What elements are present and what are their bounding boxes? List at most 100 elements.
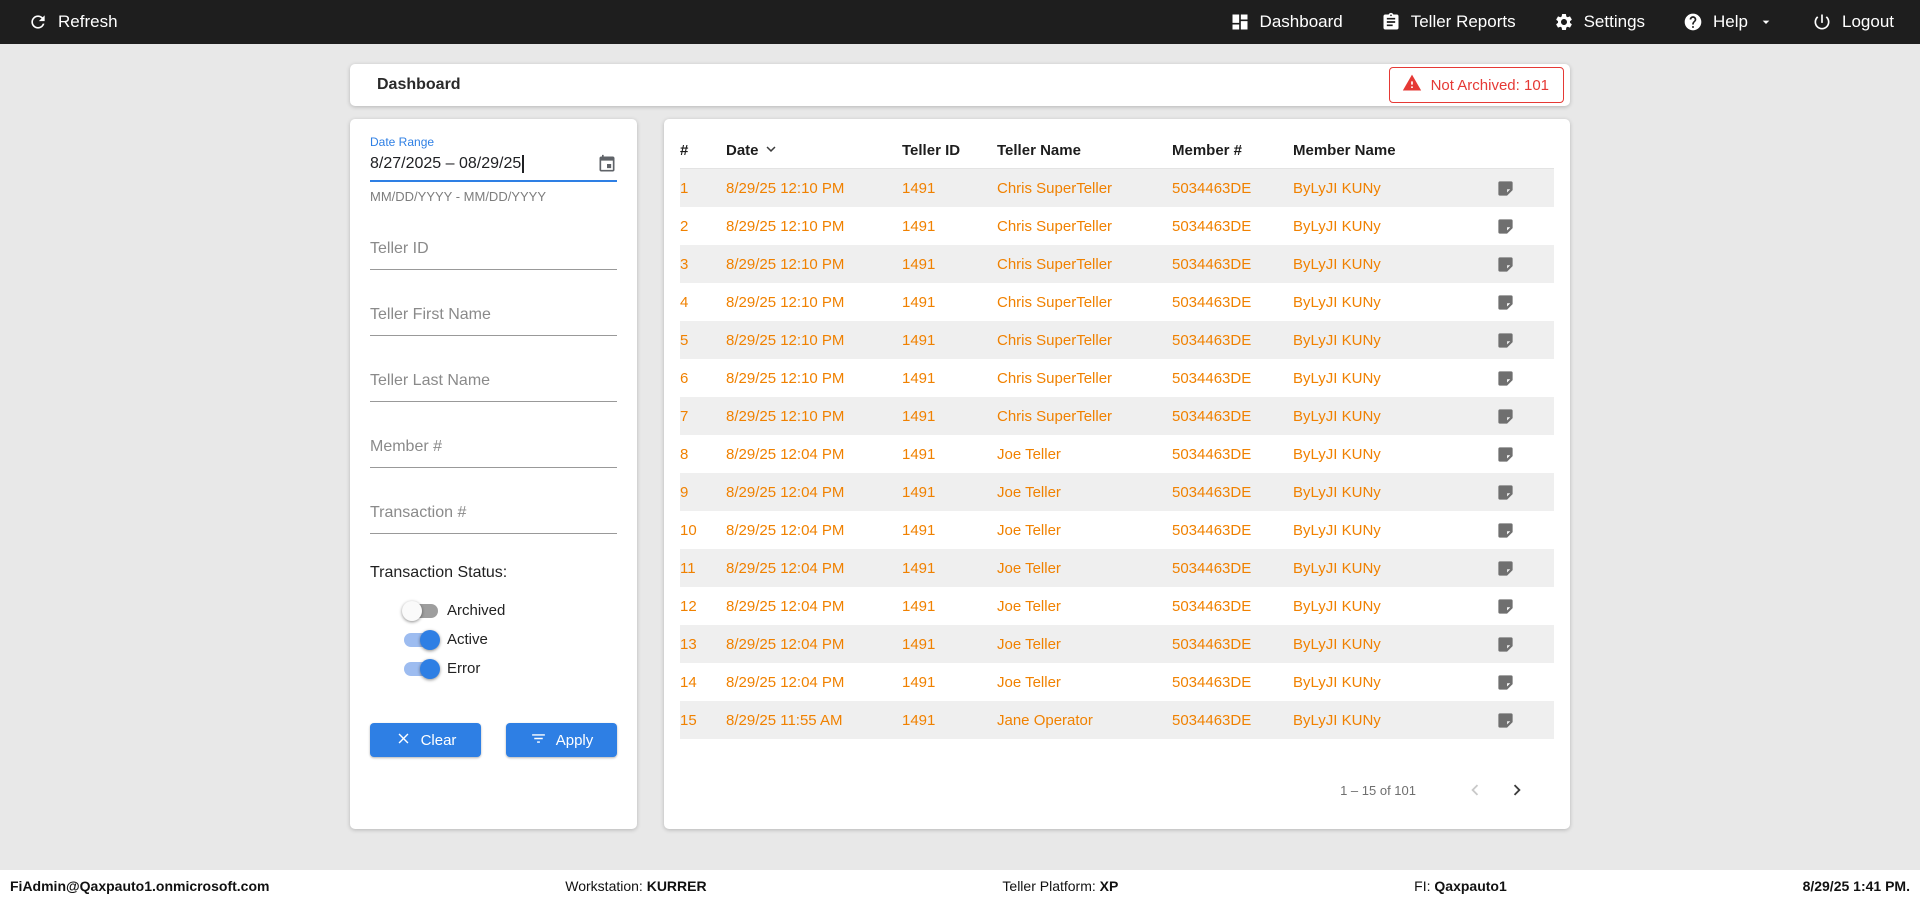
cell-row-number: 9 [680, 483, 689, 501]
note-icon[interactable] [1494, 633, 1517, 656]
date-range-field: Date Range 8/27/2025 – 08/29/25 MM/DD/YY… [370, 135, 617, 204]
nav-settings-button[interactable]: Settings [1554, 12, 1645, 32]
member-number-input[interactable] [370, 432, 617, 468]
cell-date: 8/29/25 12:10 PM [726, 217, 845, 235]
table-row[interactable]: 14 8/29/25 12:04 PM 1491 Joe Teller 5034… [680, 663, 1554, 701]
note-icon[interactable] [1494, 215, 1517, 238]
status-toggle[interactable]: Active [370, 625, 617, 654]
table-row[interactable]: 3 8/29/25 12:10 PM 1491 Chris SuperTelle… [680, 245, 1554, 283]
note-icon[interactable] [1494, 519, 1517, 542]
clear-button[interactable]: Clear [370, 723, 481, 757]
toggle-thumb [402, 600, 422, 621]
table-row[interactable]: 8 8/29/25 12:04 PM 1491 Joe Teller 50344… [680, 435, 1554, 473]
table-row[interactable]: 5 8/29/25 12:10 PM 1491 Chris SuperTelle… [680, 321, 1554, 359]
cell-date: 8/29/25 12:10 PM [726, 293, 845, 311]
note-icon[interactable] [1494, 291, 1517, 314]
note-icon[interactable] [1494, 671, 1517, 694]
note-icon[interactable] [1494, 709, 1517, 732]
cell-row-number: 12 [680, 597, 697, 615]
nav-teller-reports-button[interactable]: Teller Reports [1381, 12, 1516, 32]
table-row[interactable]: 11 8/29/25 12:04 PM 1491 Joe Teller 5034… [680, 549, 1554, 587]
cell-date: 8/29/25 12:04 PM [726, 445, 845, 463]
cell-member-name: ByLyJI KUNy [1293, 711, 1381, 729]
table-row[interactable]: 15 8/29/25 11:55 AM 1491 Jane Operator 5… [680, 701, 1554, 739]
table-row[interactable]: 12 8/29/25 12:04 PM 1491 Joe Teller 5034… [680, 587, 1554, 625]
cell-teller-id: 1491 [902, 369, 936, 387]
column-header-num: # [680, 142, 689, 159]
refresh-button[interactable]: Refresh [28, 12, 118, 32]
table-row[interactable]: 6 8/29/25 12:10 PM 1491 Chris SuperTelle… [680, 359, 1554, 397]
cell-date: 8/29/25 12:10 PM [726, 179, 845, 197]
cell-member-name: ByLyJI KUNy [1293, 445, 1381, 463]
power-icon [1812, 12, 1832, 32]
column-header-teller-name: Teller Name [997, 142, 1081, 159]
toggle-switch[interactable] [402, 600, 438, 621]
cell-row-number: 1 [680, 179, 689, 197]
nav-logout-button[interactable]: Logout [1812, 12, 1894, 32]
status-bar: FiAdmin@Qaxpauto1.onmicrosoft.com Workst… [0, 870, 1920, 901]
status-toggles: Archived Active Error [370, 596, 617, 683]
nav-help-label: Help [1713, 12, 1748, 31]
cell-date: 8/29/25 12:10 PM [726, 331, 845, 349]
table-row[interactable]: 7 8/29/25 12:10 PM 1491 Chris SuperTelle… [680, 397, 1554, 435]
calendar-icon[interactable] [597, 154, 617, 174]
cell-teller-id: 1491 [902, 293, 936, 311]
toggle-switch[interactable] [404, 629, 440, 650]
note-icon[interactable] [1494, 177, 1517, 200]
footer-datetime: 8/29/25 1:41 PM. [1802, 877, 1910, 894]
status-toggle[interactable]: Error [370, 654, 617, 683]
table-row[interactable]: 4 8/29/25 12:10 PM 1491 Chris SuperTelle… [680, 283, 1554, 321]
cell-member-number: 5034463DE [1172, 635, 1252, 653]
cell-teller-id: 1491 [902, 597, 936, 615]
teller-id-input[interactable] [370, 234, 617, 270]
nav-dashboard-button[interactable]: Dashboard [1230, 12, 1343, 32]
status-toggle[interactable]: Archived [370, 596, 617, 625]
note-icon[interactable] [1494, 443, 1517, 466]
transaction-number-input[interactable] [370, 498, 617, 534]
toggle-switch[interactable] [404, 658, 440, 679]
fi-label: FI: [1414, 877, 1431, 894]
column-header-date[interactable]: Date [726, 140, 902, 162]
cell-row-number: 8 [680, 445, 689, 463]
table-row[interactable]: 9 8/29/25 12:04 PM 1491 Joe Teller 50344… [680, 473, 1554, 511]
cell-member-number: 5034463DE [1172, 559, 1252, 577]
apply-button[interactable]: Apply [506, 723, 617, 757]
warning-icon [1402, 73, 1422, 97]
note-icon[interactable] [1494, 481, 1517, 504]
cell-teller-name: Chris SuperTeller [997, 179, 1113, 197]
cell-member-name: ByLyJI KUNy [1293, 217, 1381, 235]
nav-teller-reports-label: Teller Reports [1410, 12, 1516, 31]
table-row[interactable]: 10 8/29/25 12:04 PM 1491 Joe Teller 5034… [680, 511, 1554, 549]
table-row[interactable]: 1 8/29/25 12:10 PM 1491 Chris SuperTelle… [680, 169, 1554, 207]
help-icon [1683, 12, 1703, 32]
refresh-icon [28, 12, 48, 32]
cell-member-name: ByLyJI KUNy [1293, 331, 1381, 349]
note-icon[interactable] [1494, 405, 1517, 428]
table-row[interactable]: 13 8/29/25 12:04 PM 1491 Joe Teller 5034… [680, 625, 1554, 663]
note-icon[interactable] [1494, 329, 1517, 352]
cell-member-number: 5034463DE [1172, 711, 1252, 729]
nav-help-button[interactable]: Help [1683, 12, 1774, 32]
note-icon[interactable] [1494, 367, 1517, 390]
column-header-member-number: Member # [1172, 142, 1243, 159]
cell-teller-name: Joe Teller [997, 445, 1061, 463]
previous-page-button[interactable] [1460, 775, 1490, 805]
note-icon[interactable] [1494, 253, 1517, 276]
cell-member-name: ByLyJI KUNy [1293, 483, 1381, 501]
cell-date: 8/29/25 12:10 PM [726, 369, 845, 387]
date-range-input[interactable]: 8/27/2025 – 08/29/25 [370, 149, 617, 182]
teller-first-name-input[interactable] [370, 300, 617, 336]
cell-date: 8/29/25 12:04 PM [726, 483, 845, 501]
note-icon[interactable] [1494, 595, 1517, 618]
cell-member-name: ByLyJI KUNy [1293, 673, 1381, 691]
cell-row-number: 3 [680, 255, 689, 273]
platform-value: XP [1099, 877, 1119, 894]
table-header-row: # Date Teller ID Teller Name Member # Me… [680, 133, 1554, 169]
cell-teller-name: Chris SuperTeller [997, 369, 1113, 387]
next-page-button[interactable] [1502, 775, 1532, 805]
teller-last-name-input[interactable] [370, 366, 617, 402]
note-icon[interactable] [1494, 557, 1517, 580]
toggle-thumb [420, 658, 440, 679]
table-row[interactable]: 2 8/29/25 12:10 PM 1491 Chris SuperTelle… [680, 207, 1554, 245]
cell-member-name: ByLyJI KUNy [1293, 635, 1381, 653]
